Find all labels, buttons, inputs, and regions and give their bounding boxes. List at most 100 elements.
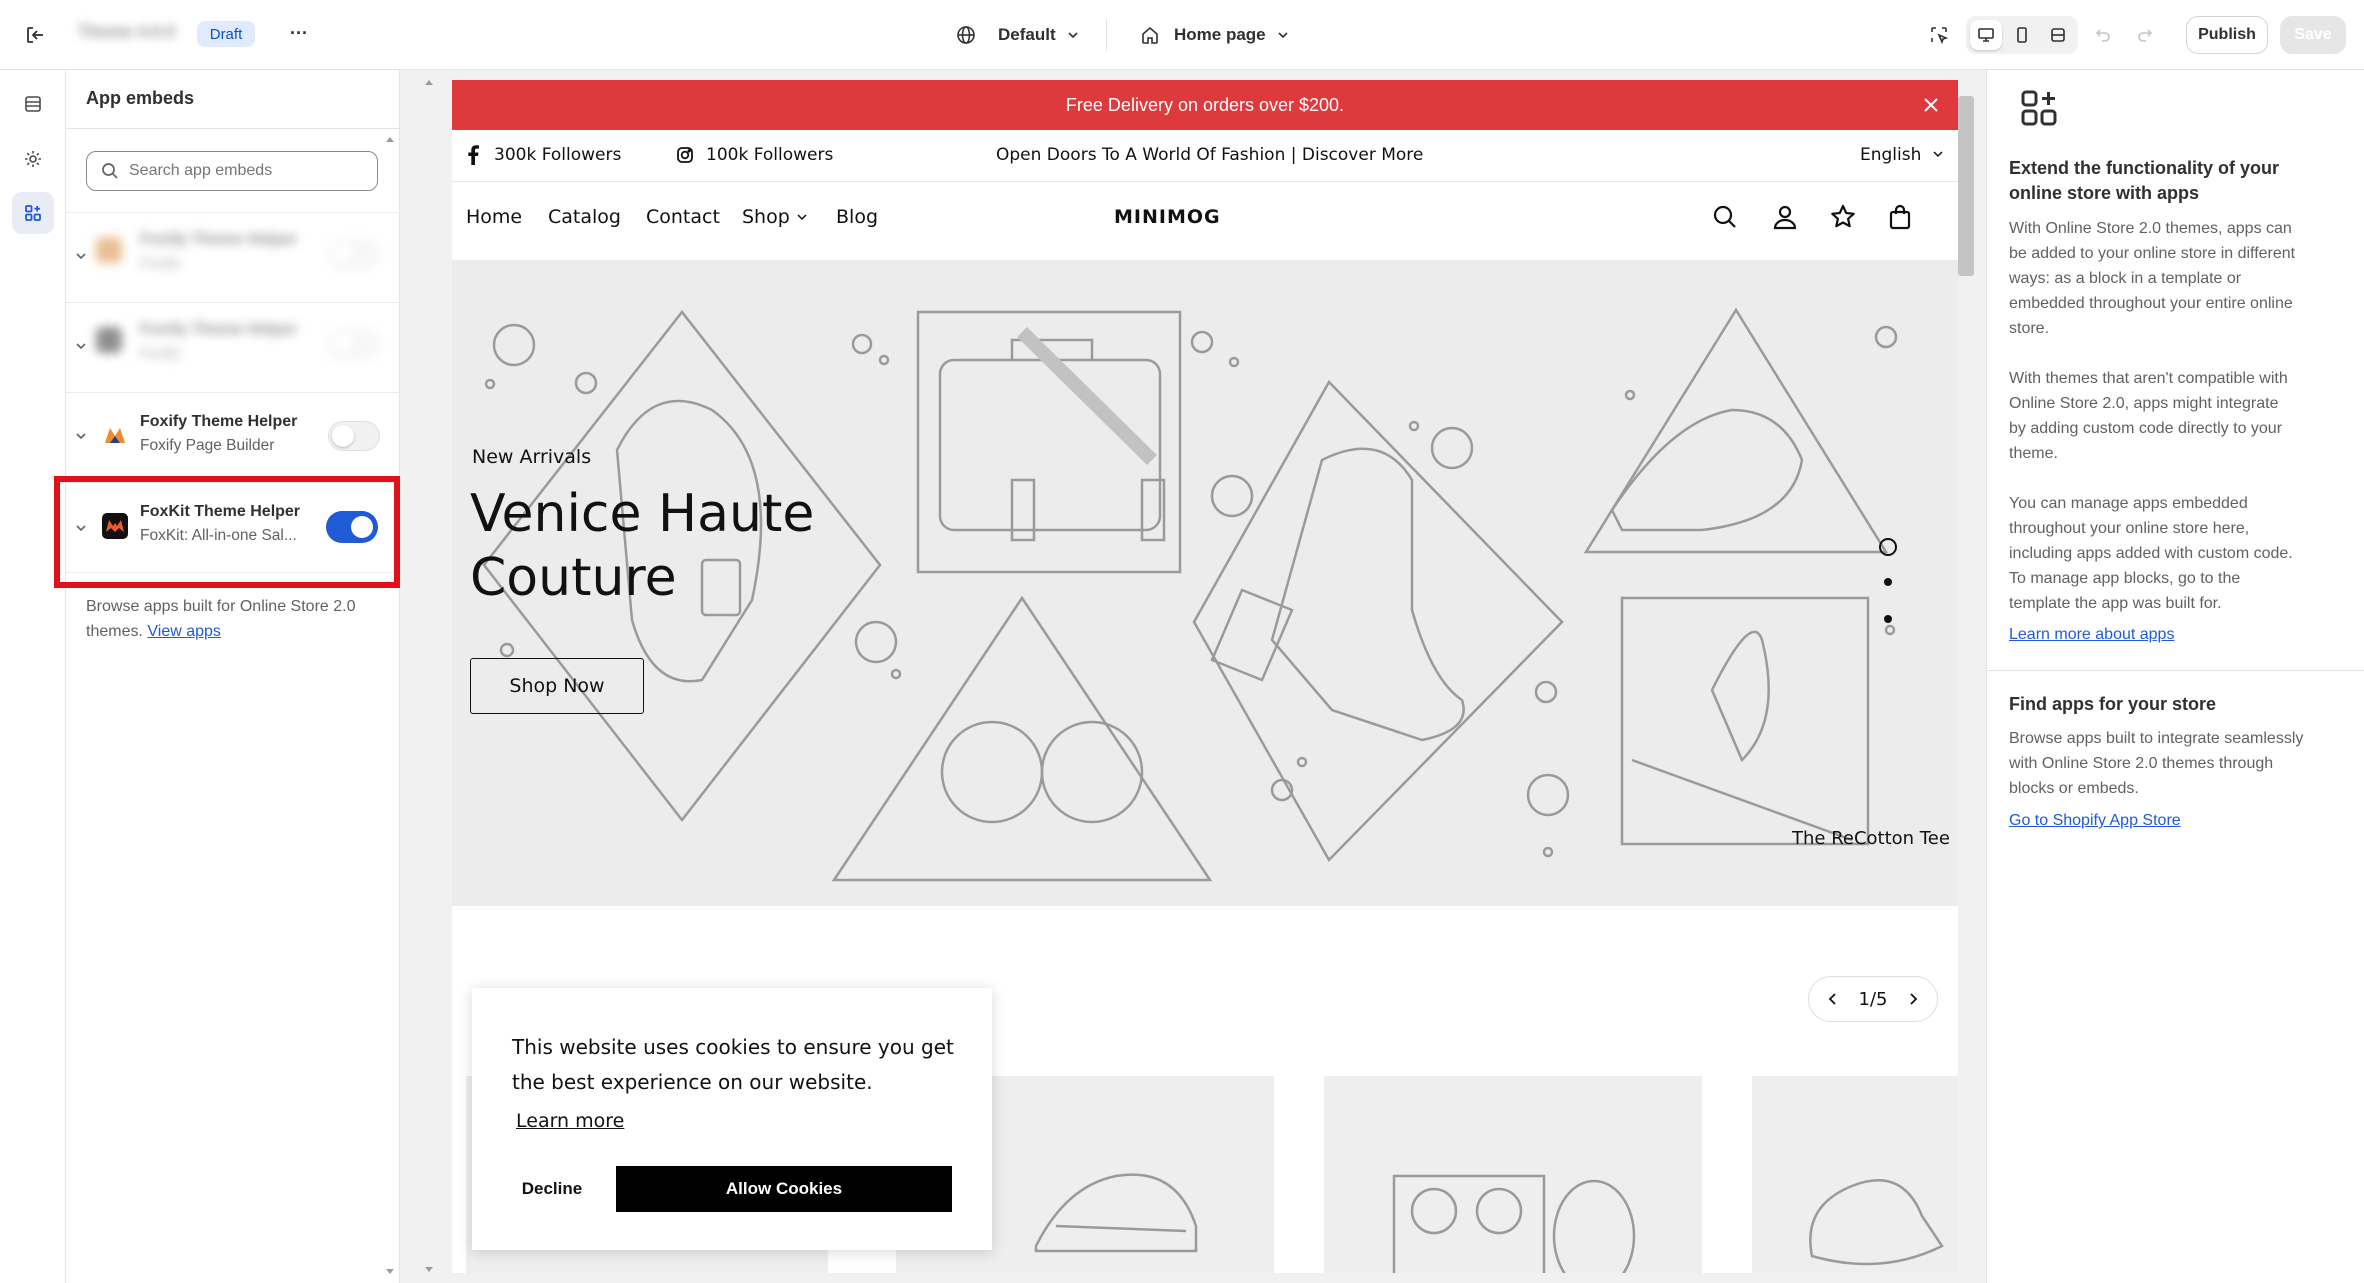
cookie-learn-more-link[interactable]: Learn more: [516, 1110, 624, 1132]
shopify-app-store-link[interactable]: Go to Shopify App Store: [2009, 812, 2181, 830]
view-apps-link[interactable]: View apps: [147, 623, 221, 640]
exit-icon[interactable]: [22, 22, 48, 48]
hero-eyebrow: New Arrivals: [472, 446, 592, 468]
browse-apps-note: Browse apps built for Online Store 2.0 t…: [86, 594, 386, 644]
language-selector[interactable]: English: [1860, 145, 1921, 165]
nav-blog[interactable]: Blog: [836, 206, 878, 228]
preview-scrollbar[interactable]: [1958, 86, 1974, 1266]
preview-scroll-down-icon[interactable]: [424, 1266, 434, 1274]
preview-scrollbar-thumb[interactable]: [1958, 96, 1974, 276]
info-paragraph-1: With Online Store 2.0 themes, apps can b…: [2009, 220, 2296, 337]
redo-icon[interactable]: [2132, 22, 2158, 48]
search-field[interactable]: [86, 151, 378, 191]
apps-add-icon: [2017, 86, 2061, 130]
hero-title-line1: Venice Haute: [470, 484, 815, 544]
scroll-down-icon[interactable]: [384, 1266, 396, 1278]
app-embed-row-foxify[interactable]: Foxify Theme Helper Foxify Page Builder: [66, 392, 400, 482]
hero-banner[interactable]: New Arrivals Venice Haute Couture Shop N…: [452, 260, 1958, 906]
theme-name: Theme 4.0.0: [78, 22, 176, 41]
app-embed-row[interactable]: Foxify Theme Helper Foxify: [66, 212, 400, 302]
nav-catalog[interactable]: Catalog: [548, 206, 621, 228]
product-card[interactable]: [1752, 1076, 1958, 1273]
info-paragraph-2: With themes that aren't compatible with …: [2009, 370, 2288, 462]
facebook-icon[interactable]: [462, 144, 484, 166]
wishlist-star-icon[interactable]: [1830, 204, 1856, 230]
learn-more-apps-link[interactable]: Learn more about apps: [2009, 626, 2174, 644]
settings-gear-icon[interactable]: [17, 143, 49, 175]
chevron-down-icon: [796, 211, 808, 223]
app-info-panel: Extend the functionality of your online …: [1986, 70, 2364, 1283]
search-icon[interactable]: [1712, 204, 1738, 230]
publish-button[interactable]: Publish: [2186, 16, 2268, 54]
desktop-view-icon[interactable]: [1970, 20, 2002, 50]
inspector-icon[interactable]: [1926, 22, 1952, 48]
foxify-embed-toggle[interactable]: [328, 421, 380, 451]
account-icon[interactable]: [1772, 204, 1798, 230]
editor-rail: [0, 70, 66, 1283]
more-actions-button[interactable]: ···: [284, 18, 314, 48]
slider-counter: 1/5: [1858, 988, 1888, 1010]
draft-badge: Draft: [197, 21, 255, 47]
instagram-followers[interactable]: 100k Followers: [706, 145, 833, 165]
find-apps-heading: Find apps for your store: [2009, 694, 2217, 714]
nav-contact[interactable]: Contact: [646, 206, 720, 228]
hat-illustration-icon: [1809, 1179, 1944, 1266]
nav-home[interactable]: Home: [466, 206, 522, 228]
app-embed-toggle[interactable]: [328, 329, 380, 359]
theme-selector-label: Default: [998, 25, 1056, 44]
chevron-down-icon: [1276, 28, 1290, 42]
slider-dot-active[interactable]: [1879, 538, 1897, 556]
search-input[interactable]: [129, 162, 369, 180]
app-subtitle: Foxify: [140, 255, 181, 272]
sections-icon[interactable]: [17, 88, 49, 120]
search-icon: [101, 162, 119, 180]
app-name: Foxify Theme Helper: [140, 413, 298, 430]
facebook-followers[interactable]: 300k Followers: [494, 145, 621, 165]
mobile-view-icon[interactable]: [2006, 20, 2038, 50]
cookie-banner: This website uses cookies to ensure you …: [472, 988, 992, 1250]
cart-bag-icon[interactable]: [1888, 204, 1912, 230]
shop-now-button[interactable]: Shop Now: [470, 658, 644, 714]
divider: [66, 128, 400, 129]
find-apps-text: Browse apps built to integrate seamlessl…: [2009, 730, 2304, 797]
announcement-text: Free Delivery on orders over $200.: [1065, 94, 1345, 115]
highlight-box: [54, 476, 400, 588]
slider-dot[interactable]: [1884, 615, 1892, 623]
scroll-up-icon[interactable]: [384, 133, 396, 145]
store-logo[interactable]: MINIMOG: [1114, 206, 1221, 228]
chevron-down-icon[interactable]: [74, 249, 88, 263]
product-card[interactable]: [1324, 1076, 1702, 1273]
app-subtitle: Foxify Page Builder: [140, 437, 275, 454]
undo-icon[interactable]: [2090, 22, 2116, 48]
hero-illustration-icon: [482, 307, 1898, 882]
chevron-right-icon[interactable]: [1907, 992, 1919, 1006]
preview-scroll-up-icon[interactable]: [424, 78, 434, 86]
announcement-bar: Free Delivery on orders over $200.: [452, 80, 1958, 130]
chevron-left-icon[interactable]: [1827, 992, 1839, 1006]
info-paragraph-3: You can manage apps embedded throughout …: [2009, 495, 2293, 612]
foxify-logo-icon: [102, 423, 128, 449]
slider-dot[interactable]: [1884, 578, 1892, 586]
nav-shop[interactable]: Shop: [742, 206, 790, 228]
page-selector[interactable]: Home page: [1140, 18, 1290, 52]
chevron-down-icon[interactable]: [74, 339, 88, 353]
fullscreen-view-icon[interactable]: [2042, 20, 2074, 50]
app-embed-row[interactable]: Foxify Theme Helper Foxify: [66, 302, 400, 392]
cookie-decline-button[interactable]: Decline: [502, 1166, 602, 1212]
cookie-allow-button[interactable]: Allow Cookies: [616, 1166, 952, 1212]
chevron-down-icon: [1066, 28, 1080, 42]
sunglasses-illustration-icon: [1392, 1174, 1636, 1273]
theme-selector[interactable]: Default: [956, 18, 1080, 52]
save-button[interactable]: Save: [2280, 16, 2346, 54]
instagram-icon[interactable]: [674, 144, 696, 166]
topbar-divider: [1106, 19, 1107, 51]
close-icon[interactable]: [1920, 94, 1942, 116]
chevron-down-icon[interactable]: [74, 429, 88, 443]
app-embeds-icon[interactable]: [12, 192, 54, 234]
app-name: Foxify Theme Helper: [140, 321, 298, 338]
page-selector-label: Home page: [1174, 25, 1266, 44]
globe-icon: [956, 25, 976, 45]
app-embed-toggle[interactable]: [328, 239, 380, 269]
sneaker-illustration-icon: [1034, 1173, 1198, 1253]
app-name: Foxify Theme Helper: [140, 231, 298, 248]
